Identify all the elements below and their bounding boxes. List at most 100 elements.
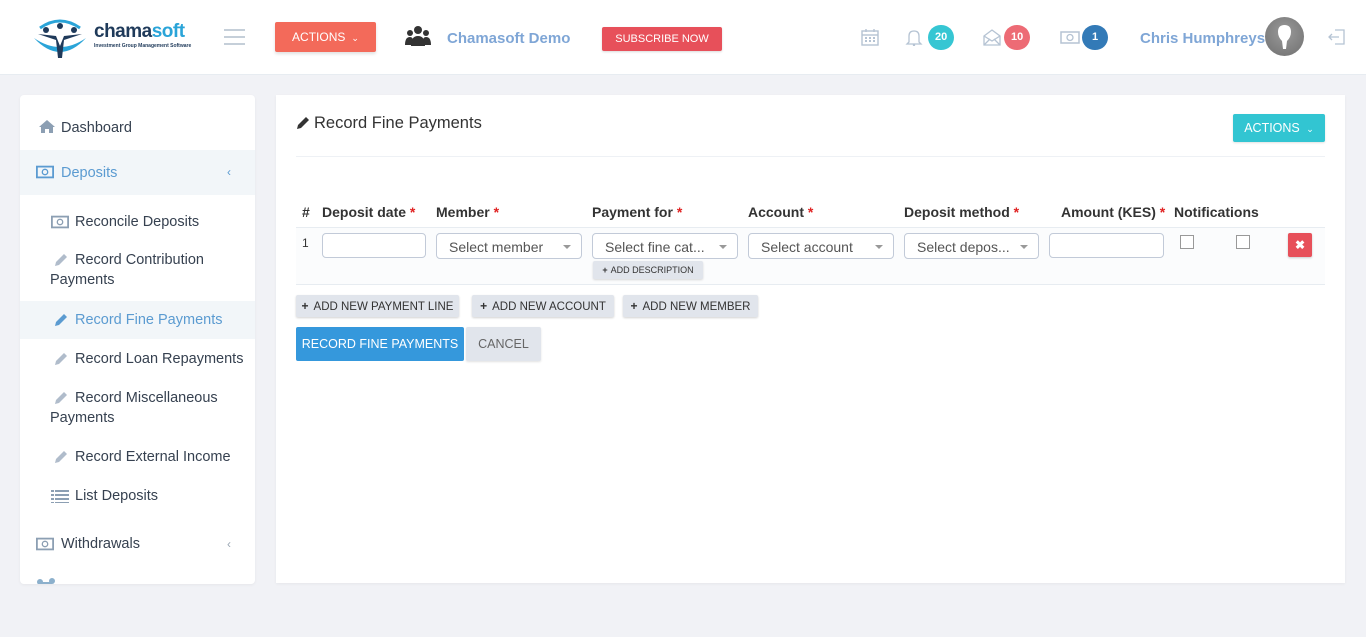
- amount-input[interactable]: [1049, 233, 1164, 258]
- column-header-account: Account *: [748, 204, 814, 220]
- add-new-payment-line-label: ADD NEW PAYMENT LINE: [313, 301, 454, 313]
- sidebar-item-label: Record Fine Payments: [75, 312, 223, 328]
- page-title: Record Fine Payments: [314, 114, 482, 132]
- title-divider: [296, 156, 1325, 157]
- add-description-button[interactable]: + ADD DESCRIPTION: [593, 261, 703, 279]
- messages-badge[interactable]: 10: [1004, 25, 1031, 50]
- column-header-deposit-date: Deposit date *: [322, 204, 416, 220]
- caret-down-icon: [1020, 245, 1028, 249]
- sidebar-item-label: Dashboard: [61, 120, 132, 136]
- pencil-icon: [55, 451, 67, 463]
- logo-icon: [34, 19, 86, 58]
- payment-for-select-placeholder: Select fine cat...: [605, 239, 705, 255]
- cancel-button[interactable]: CANCEL: [466, 327, 541, 361]
- sidebar-item-record-fine-payments[interactable]: Record Fine Payments: [20, 301, 255, 339]
- deposit-method-select[interactable]: Select depos...: [904, 233, 1039, 259]
- pencil-icon: [55, 353, 67, 365]
- deposit-method-select-placeholder: Select depos...: [917, 239, 1010, 255]
- sidebar-item-label: Record Loan Repayments: [75, 351, 244, 367]
- envelope-open-icon[interactable]: [982, 28, 1002, 46]
- chamasoft-logo[interactable]: chamasoft Investment Group Management So…: [30, 16, 195, 60]
- deposit-date-input[interactable]: [322, 233, 426, 258]
- row-number: 1: [302, 236, 309, 250]
- remove-row-button[interactable]: ✖: [1288, 233, 1312, 257]
- pencil-icon: [55, 314, 67, 326]
- sidebar-item-label: Withdrawals: [61, 536, 140, 552]
- sidebar-item-label-continued: Payments: [50, 272, 115, 288]
- money-icon: [36, 537, 54, 551]
- chevron-down-icon: ⌄: [1306, 124, 1314, 134]
- sidebar-item-record-loan-repayments[interactable]: Record Loan Repayments: [20, 345, 255, 375]
- sidebar-item-label-continued: Payments: [50, 410, 115, 426]
- payments-badge[interactable]: 1: [1082, 25, 1108, 50]
- member-select[interactable]: Select member: [436, 233, 582, 259]
- sidebar-item-record-contribution-payments[interactable]: Record Contribution Payments: [20, 243, 255, 295]
- sidebar-item-withdrawals[interactable]: Withdrawals ‹: [20, 527, 255, 561]
- record-fine-payments-button[interactable]: RECORD FINE PAYMENTS: [296, 327, 464, 361]
- main-panel: Record Fine Payments ACTIONS ⌄ # Deposit…: [276, 95, 1345, 583]
- sidebar-item-label: Reconcile Deposits: [75, 214, 200, 230]
- page-actions-label: ACTIONS: [1244, 121, 1300, 135]
- users-group-icon: [405, 26, 431, 46]
- partial-sidebar-icon: [37, 578, 55, 584]
- caret-down-icon: [875, 245, 883, 249]
- column-header-member: Member *: [436, 204, 500, 220]
- money-icon: [36, 165, 54, 179]
- chevron-left-icon: ‹: [227, 165, 231, 179]
- group-name-link[interactable]: Chamasoft Demo: [447, 30, 570, 47]
- sidebar-item-dashboard[interactable]: Dashboard: [20, 95, 255, 150]
- plus-icon: +: [480, 299, 488, 313]
- email-notification-checkbox[interactable]: [1236, 235, 1250, 249]
- column-header-number: #: [302, 204, 310, 220]
- add-description-label: ADD DESCRIPTION: [610, 265, 694, 275]
- pencil-icon: [297, 117, 309, 129]
- caret-down-icon: [719, 245, 727, 249]
- header-actions-button[interactable]: ACTIONS ⌄: [275, 22, 376, 52]
- add-new-member-button[interactable]: + ADD NEW MEMBER: [623, 295, 758, 317]
- sidebar-item-record-miscellaneous-payments[interactable]: Record Miscellaneous Payments: [20, 384, 255, 436]
- chevron-left-icon: ‹: [227, 537, 231, 551]
- column-header-deposit-method: Deposit method *: [904, 204, 1020, 220]
- calendar-icon[interactable]: [860, 28, 880, 46]
- plus-icon: +: [630, 299, 638, 313]
- add-new-member-label: ADD NEW MEMBER: [642, 301, 751, 313]
- bell-icon[interactable]: [904, 28, 924, 46]
- sidebar-item-label: Deposits: [61, 165, 118, 181]
- add-new-payment-line-button[interactable]: + ADD NEW PAYMENT LINE: [296, 295, 459, 317]
- plus-icon: +: [602, 265, 608, 275]
- sidebar-toggle-menu-icon[interactable]: [224, 29, 245, 45]
- sidebar-item-record-external-income[interactable]: Record External Income: [20, 443, 255, 473]
- pencil-icon: [55, 392, 67, 404]
- table-row-divider: [296, 284, 1325, 285]
- subscribe-now-button[interactable]: SUBSCRIBE NOW: [602, 27, 722, 51]
- header-actions-label: ACTIONS: [292, 30, 346, 44]
- sidebar-item-list-deposits[interactable]: List Deposits: [20, 482, 255, 512]
- logout-icon[interactable]: [1327, 27, 1347, 47]
- page-actions-button[interactable]: ACTIONS ⌄: [1233, 114, 1325, 142]
- logo-tagline: Investment Group Management Software: [94, 43, 192, 49]
- notifications-badge[interactable]: 20: [928, 25, 955, 50]
- sidebar: Dashboard Deposits ‹ Reconcile Deposits …: [20, 95, 255, 584]
- user-avatar[interactable]: [1265, 17, 1304, 56]
- money-icon[interactable]: [1060, 28, 1080, 46]
- top-header: chamasoft Investment Group Management So…: [0, 0, 1366, 75]
- chevron-down-icon: ⌄: [351, 33, 359, 43]
- sms-notification-checkbox[interactable]: [1180, 235, 1194, 249]
- sidebar-item-deposits[interactable]: Deposits ‹: [20, 150, 255, 195]
- user-name-link[interactable]: Chris Humphreys: [1140, 30, 1265, 47]
- sidebar-item-label: Record Miscellaneous: [75, 390, 218, 406]
- avatar-silhouette-icon: [1278, 25, 1291, 49]
- close-icon: ✖: [1294, 238, 1306, 252]
- list-icon: [51, 490, 69, 503]
- logo-text: chamasoft: [94, 21, 185, 42]
- sidebar-item-label: Record Contribution: [75, 252, 204, 268]
- payment-for-select[interactable]: Select fine cat...: [592, 233, 738, 259]
- sidebar-item-reconcile-deposits[interactable]: Reconcile Deposits: [20, 205, 255, 239]
- account-select[interactable]: Select account: [748, 233, 894, 259]
- money-icon: [51, 215, 69, 229]
- add-new-account-button[interactable]: + ADD NEW ACCOUNT: [472, 295, 614, 317]
- sidebar-item-label: Record External Income: [75, 449, 231, 465]
- member-select-placeholder: Select member: [449, 239, 544, 255]
- pencil-icon: [55, 254, 67, 266]
- account-select-placeholder: Select account: [761, 239, 853, 255]
